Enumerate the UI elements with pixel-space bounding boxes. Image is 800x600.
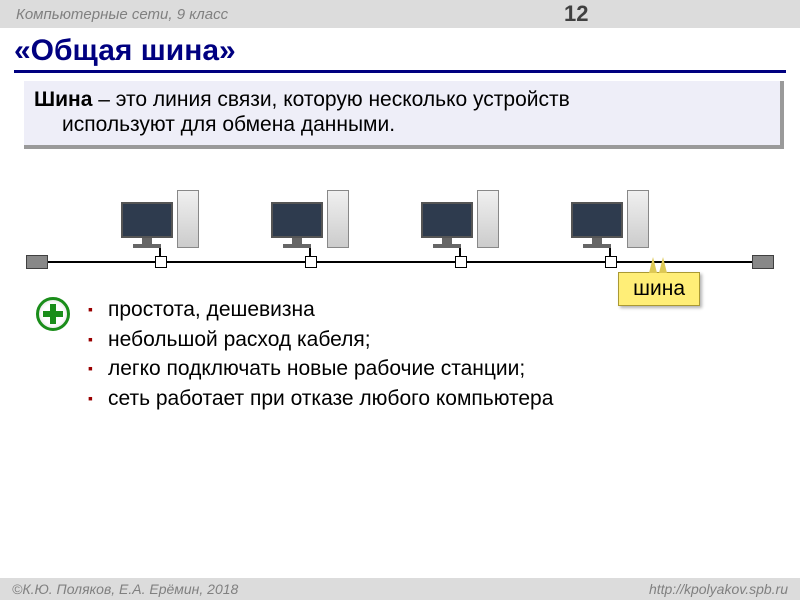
slide-title: «Общая шина» xyxy=(0,28,800,70)
page-number: 12 xyxy=(564,1,784,27)
slide-header: Компьютерные сети, 9 класс 12 xyxy=(0,0,800,28)
bus-label-callout: шина xyxy=(618,272,700,306)
list-item: сеть работает при отказе любого компьюте… xyxy=(88,384,553,413)
list-item: легко подключать новые рабочие станции; xyxy=(88,354,553,383)
terminator-right-icon xyxy=(744,255,774,269)
computer-icon xyxy=(250,190,370,248)
computer-icon xyxy=(100,190,220,248)
slide-footer: ©К.Ю. Поляков, Е.А. Ерёмин, 2018 http://… xyxy=(0,578,800,600)
definition-line1: – это линия связи, которую несколько уст… xyxy=(92,88,569,111)
definition-line2: используют для обмена данными. xyxy=(34,112,770,137)
list-item: небольшой расход кабеля; xyxy=(88,325,553,354)
computer-icon xyxy=(550,190,670,248)
definition-term: Шина xyxy=(34,88,92,111)
terminator-left-icon xyxy=(26,255,56,269)
computer-icon xyxy=(400,190,520,248)
advantages-block: простота, дешевизна небольшой расход каб… xyxy=(36,295,780,413)
plus-icon xyxy=(36,297,70,331)
advantages-list: простота, дешевизна небольшой расход каб… xyxy=(88,295,553,413)
footer-copyright: ©К.Ю. Поляков, Е.А. Ерёмин, 2018 xyxy=(12,581,649,597)
title-underline xyxy=(14,70,786,73)
footer-url: http://kpolyakov.spb.ru xyxy=(649,581,788,597)
course-title: Компьютерные сети, 9 класс xyxy=(16,6,564,23)
list-item: простота, дешевизна xyxy=(88,295,553,324)
definition-box: Шина – это линия связи, которую нескольк… xyxy=(24,81,784,149)
